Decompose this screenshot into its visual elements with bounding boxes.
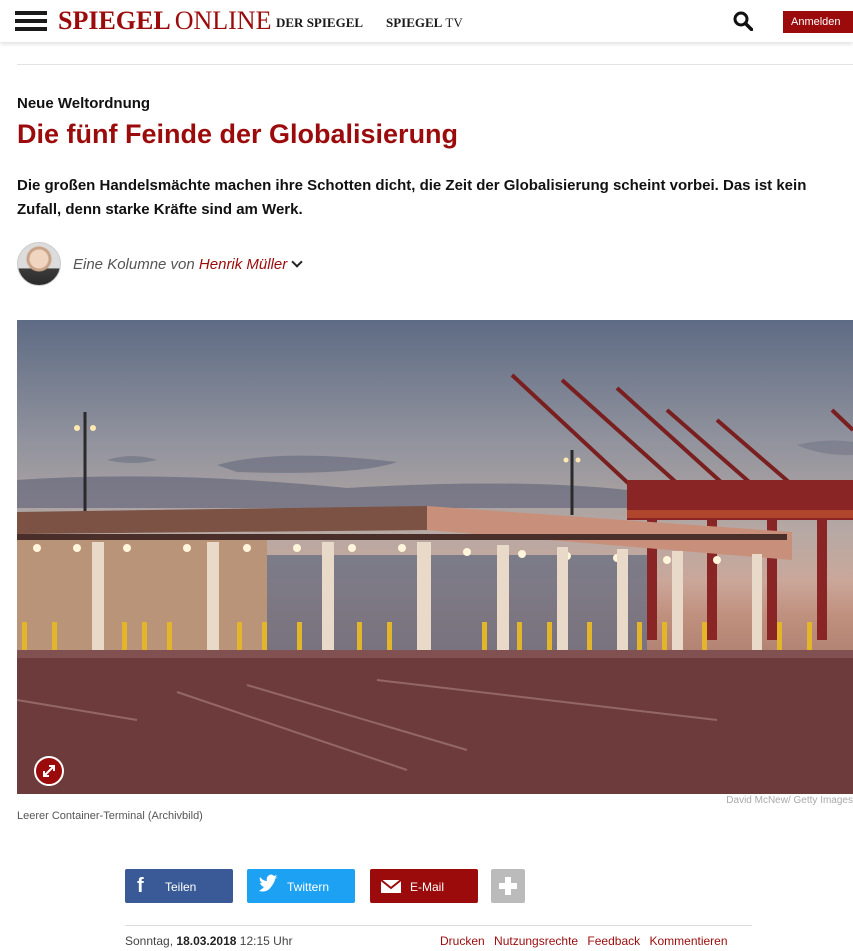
share-more-button[interactable] xyxy=(491,869,525,903)
expand-image-button[interactable] xyxy=(34,756,64,786)
publish-date-value: 18.03.2018 xyxy=(176,934,237,948)
expand-arrows-icon xyxy=(43,765,55,777)
share-facebook-button[interactable]: f Teilen xyxy=(125,869,233,903)
logo-online: ONLINE xyxy=(174,6,272,35)
header-divider xyxy=(17,64,853,65)
article-intro: Die großen Handelsmächte machen ihre Sch… xyxy=(17,177,807,218)
article-tools: Drucken Nutzungsrechte Feedback Kommenti… xyxy=(440,934,734,948)
author-text: Eine Kolumne von Henrik Müller xyxy=(73,256,303,273)
author-prefix: Eine Kolumne von xyxy=(73,256,195,273)
plus-icon xyxy=(499,877,517,895)
top-navigation-bar: SPIEGEL ONLINE DER SPIEGEL SPIEGEL TV Anm… xyxy=(0,0,853,42)
share-facebook-label: Teilen xyxy=(165,880,197,894)
nav-der-spiegel-link[interactable]: DER SPIEGEL xyxy=(276,15,363,31)
login-button[interactable]: Anmelden xyxy=(783,11,853,33)
meta-divider xyxy=(125,925,752,926)
article-hero-image[interactable] xyxy=(17,320,853,794)
nav-tv-bold: SPIEGEL xyxy=(386,15,443,30)
print-link[interactable]: Drucken xyxy=(440,934,485,948)
chevron-down-icon[interactable] xyxy=(291,256,303,268)
image-credit: David McNew/ Getty Images xyxy=(726,795,853,806)
publish-time: 12:15 Uhr xyxy=(239,934,293,948)
image-caption: Leerer Container-Terminal (Archivbild) xyxy=(17,810,203,822)
share-email-label: E-Mail xyxy=(410,880,445,894)
article-headline: Die fünf Feinde der Globalisierung xyxy=(17,119,459,149)
hamburger-menu-icon[interactable] xyxy=(15,11,47,31)
publish-day: Sonntag, xyxy=(125,934,174,948)
search-icon[interactable] xyxy=(733,11,753,31)
author-avatar xyxy=(17,242,61,286)
logo-spiegel: SPIEGEL xyxy=(58,6,171,35)
nav-spiegel-tv-link[interactable]: SPIEGEL TV xyxy=(386,15,463,31)
envelope-icon xyxy=(380,879,402,893)
container-terminal-illustration xyxy=(17,373,853,794)
share-email-button[interactable]: E-Mail xyxy=(370,869,478,903)
site-logo[interactable]: SPIEGEL ONLINE xyxy=(58,6,271,36)
facebook-icon: f xyxy=(137,875,144,897)
feedback-link[interactable]: Feedback xyxy=(587,934,640,948)
share-twitter-button[interactable]: Twittern xyxy=(247,869,355,903)
nav-tv-light: TV xyxy=(445,15,463,30)
share-twitter-label: Twittern xyxy=(287,880,330,894)
article-kicker: Neue Weltordnung xyxy=(17,95,151,112)
comment-link[interactable]: Kommentieren xyxy=(649,934,727,948)
twitter-bird-icon xyxy=(259,874,278,892)
publish-date: Sonntag, 18.03.2018 12:15 Uhr xyxy=(125,934,293,948)
usage-rights-link[interactable]: Nutzungsrechte xyxy=(494,934,578,948)
author-name-link[interactable]: Henrik Müller xyxy=(199,256,287,273)
